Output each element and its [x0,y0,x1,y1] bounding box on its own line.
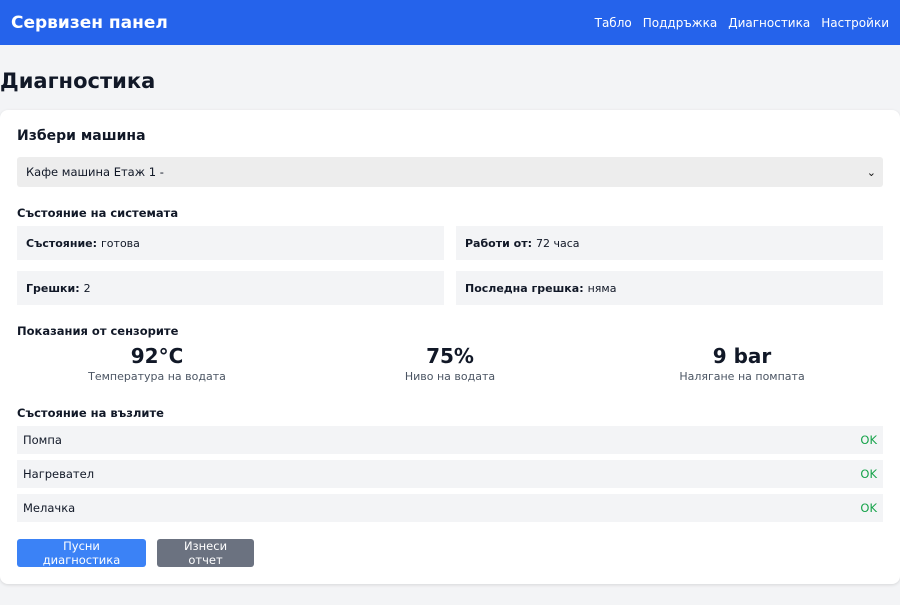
sensor-water-temperature: 92°C Температура на водата [12,344,302,383]
nav-link-maintenance[interactable]: Поддръжка [643,16,717,30]
component-row-pump: Помпа OK [17,426,883,454]
sensor-value: 92°C [130,344,184,368]
component-name: Мелачка [23,501,76,515]
component-row-heater: Нагревател OK [17,460,883,488]
uptime-label: Работи от: [465,236,532,250]
last-error-label: Последна грешка: [465,281,584,295]
errors-value: 2 [83,281,91,295]
machine-select-heading: Избери машина [17,128,146,144]
sensor-water-level: 75% Ниво на водата [305,344,595,383]
uptime-tile: Работи от: 72 часа [456,226,883,260]
page-title: Диагностика [0,69,156,93]
component-name: Помпа [23,433,62,447]
status-label: Състояние: [26,236,98,250]
component-name: Нагревател [23,467,95,481]
export-report-button[interactable]: Изнеси отчет [157,539,254,567]
nav-link-diagnostics[interactable]: Диагностика [728,16,810,30]
chevron-down-icon: ⌄ [866,165,876,179]
run-diagnostics-button[interactable]: Пусни диагностика [17,539,146,567]
last-error-value: няма [587,281,617,295]
status-tile: Състояние: готова [17,226,444,260]
main-nav: Табло Поддръжка Диагностика Настройки [595,16,889,30]
sensor-label: Температура на водата [88,370,226,383]
nav-link-settings[interactable]: Настройки [821,16,889,30]
top-navbar: Сервизен панел Табло Поддръжка Диагности… [0,0,900,45]
diagnostics-card: Избери машина Кафе машина Етаж 1 - ⌄ Със… [0,110,900,584]
sensors-heading: Показания от сензорите [17,324,179,338]
component-status: OK [860,433,877,447]
system-status-heading: Състояние на системата [17,206,179,220]
component-row-grinder: Мелачка OK [17,494,883,522]
brand-title[interactable]: Сервизен панел [11,13,168,33]
sensor-pump-pressure: 9 bar Налягане на помпата [597,344,887,383]
status-value: готова [101,236,140,250]
machine-select-value: Кафе машина Етаж 1 - [26,165,164,179]
errors-label: Грешки: [26,281,80,295]
errors-tile: Грешки: 2 [17,271,444,305]
sensor-value: 75% [426,344,474,368]
uptime-value: 72 часа [535,236,580,250]
component-status: OK [860,501,877,515]
machine-select[interactable]: Кафе машина Етаж 1 - ⌄ [17,157,883,187]
component-status: OK [860,467,877,481]
components-heading: Състояние на възлите [17,406,164,420]
nav-link-dashboard[interactable]: Табло [595,16,632,30]
last-error-tile: Последна грешка: няма [456,271,883,305]
sensor-label: Ниво на водата [404,370,496,383]
sensor-value: 9 bar [712,344,772,368]
sensor-label: Налягане на помпата [679,370,805,383]
